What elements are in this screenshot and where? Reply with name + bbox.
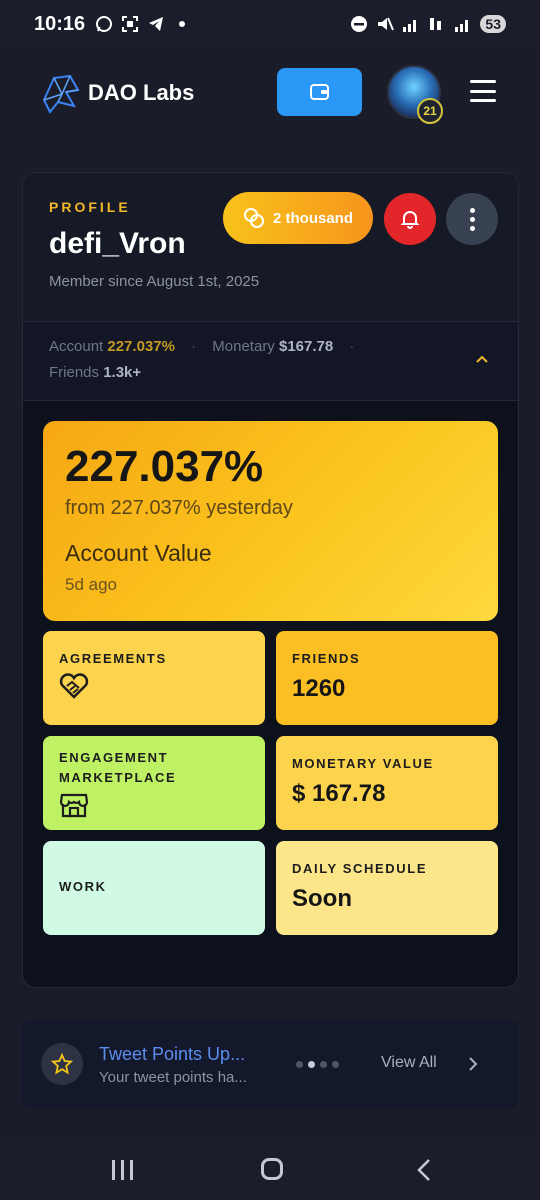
signal-icon [402, 15, 420, 33]
level-badge: 21 [417, 98, 443, 124]
account-value-card[interactable]: 227.037% from 227.037% yesterday Account… [43, 421, 498, 621]
chevron-right-icon[interactable] [467, 1056, 479, 1072]
account-value-change: from 227.037% yesterday [65, 497, 293, 519]
work-tile[interactable]: WORK [43, 841, 265, 935]
back-icon[interactable] [416, 1158, 432, 1182]
status-time: 10:16 [34, 12, 86, 35]
system-icons: 53 [350, 15, 506, 33]
wallet-icon [309, 84, 329, 100]
carousel-dots[interactable] [296, 1061, 339, 1068]
scan-icon [121, 15, 139, 33]
stat-separator: · [349, 338, 355, 355]
points-button[interactable]: 2 thousand [223, 192, 373, 244]
announcement-title: Tweet Points Up... [99, 1044, 246, 1064]
notification-icons [95, 15, 191, 33]
work-label: WORK [59, 879, 107, 894]
view-all-link[interactable]: View All [381, 1054, 437, 1072]
carousel-dot[interactable] [320, 1061, 327, 1068]
stats-line-2: Friends 1.3k+ [49, 364, 141, 381]
telegram-icon [147, 15, 165, 33]
coins-icon [243, 208, 264, 228]
friends-tile[interactable]: FRIENDS 1260 [276, 631, 498, 725]
chevron-up-icon[interactable] [475, 354, 489, 364]
notifications-button[interactable] [384, 193, 436, 245]
announcement-subtitle: Your tweet points ha... [99, 1069, 247, 1086]
engagement-marketplace-tile[interactable]: ENGAGEMENT MARKETPLACE [43, 736, 265, 830]
system-nav-bar [0, 1138, 540, 1200]
brand-name: DAO Labs [88, 80, 195, 105]
member-since: Member since August 1st, 2025 [49, 273, 260, 290]
profile-header: PROFILE defi_Vron Member since August 1s… [23, 173, 518, 321]
carousel-dot-active[interactable] [308, 1061, 315, 1068]
daily-schedule-tile[interactable]: DAILY SCHEDULE Soon [276, 841, 498, 935]
daily-schedule-value: Soon [292, 885, 352, 912]
dao-labs-logo-icon [42, 74, 80, 114]
agreements-tile[interactable]: AGREEMENTS [43, 631, 265, 725]
dot-icon [173, 15, 191, 33]
battery-indicator: 53 [480, 15, 506, 33]
username: defi_Vron [49, 227, 186, 260]
engagement-label-line2: MARKETPLACE [59, 770, 177, 785]
account-stat-label: Account [49, 338, 104, 355]
carousel-dot[interactable] [332, 1061, 339, 1068]
profile-card: PROFILE defi_Vron Member since August 1s… [22, 172, 519, 988]
handshake-heart-icon [59, 673, 249, 704]
app-header: DAO Labs 21 [0, 48, 540, 138]
account-value-timestamp: 5d ago [65, 575, 117, 594]
stat-separator: · [191, 338, 197, 355]
more-options-icon[interactable] [446, 193, 498, 245]
brand-logo[interactable]: DAO Labs [40, 72, 194, 114]
account-value: 227.037% [65, 442, 264, 491]
points-label: 2 thousand [272, 209, 353, 227]
star-icon [41, 1043, 83, 1085]
stats-summary[interactable]: Account 227.037% · Monetary $167.78 · Fr… [23, 321, 518, 401]
wallet-button[interactable] [277, 68, 362, 116]
signal-icon-2 [454, 15, 472, 33]
hamburger-menu-icon[interactable] [470, 80, 496, 102]
recents-icon[interactable] [112, 1160, 133, 1180]
monetary-stat-label: Monetary [212, 338, 275, 355]
mute-icon [376, 15, 395, 33]
announcement-banner[interactable]: Tweet Points Up... Your tweet points ha.… [21, 1020, 519, 1108]
account-stat-value: 227.037% [107, 338, 175, 355]
monetary-value: $ 167.78 [292, 780, 386, 807]
whatsapp-icon [95, 15, 113, 33]
profile-section-label: PROFILE [49, 199, 131, 215]
friends-stat-label: Friends [49, 364, 100, 381]
friends-label: FRIENDS [292, 651, 361, 666]
stats-line-1: Account 227.037% · Monetary $167.78 · [49, 338, 366, 355]
engagement-label-line1: ENGAGEMENT [59, 750, 169, 765]
account-value-label: Account Value [65, 540, 212, 566]
daily-schedule-label: DAILY SCHEDULE [292, 861, 428, 876]
monetary-value-tile[interactable]: MONETARY VALUE $ 167.78 [276, 736, 498, 830]
do-not-disturb-icon [350, 15, 368, 33]
network-4g-icon [428, 15, 446, 33]
friends-stat-value: 1.3k+ [103, 364, 142, 381]
friends-value: 1260 [292, 675, 346, 702]
monetary-label: MONETARY VALUE [292, 756, 434, 771]
home-icon[interactable] [261, 1158, 283, 1180]
agreements-label: AGREEMENTS [59, 651, 167, 666]
store-icon [59, 792, 249, 823]
carousel-dot[interactable] [296, 1061, 303, 1068]
status-bar: 10:16 53 [0, 0, 540, 48]
monetary-stat-value: $167.78 [278, 338, 334, 355]
bell-icon [400, 211, 420, 229]
